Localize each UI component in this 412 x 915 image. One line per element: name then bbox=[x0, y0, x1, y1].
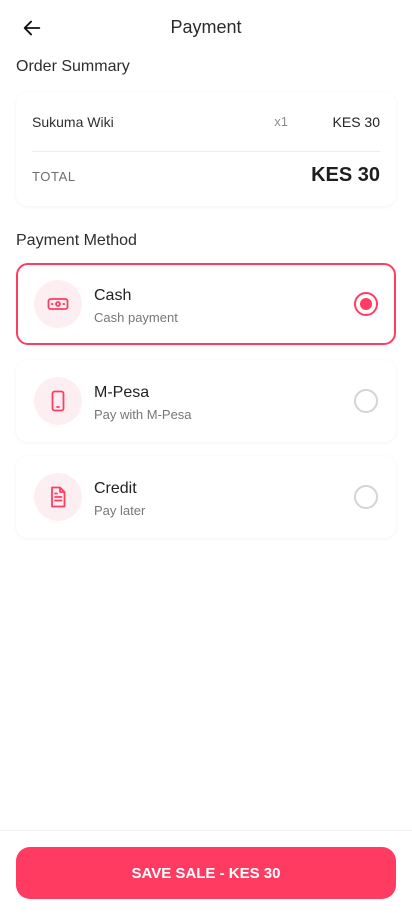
payment-option-description: Pay with M-Pesa bbox=[94, 407, 192, 422]
radio-button-selected[interactable] bbox=[354, 292, 378, 316]
payment-option-label: M-Pesa bbox=[94, 384, 150, 401]
bottom-action-bar: SAVE SALE - KES 30 bbox=[0, 830, 412, 915]
item-quantity: x1 bbox=[274, 114, 288, 129]
payment-screen: Payment Order Summary Sukuma Wiki x1 KES… bbox=[0, 0, 412, 915]
payment-option-label: Cash bbox=[94, 287, 132, 304]
document-icon-badge bbox=[34, 473, 82, 521]
payment-option-mpesa[interactable]: M-Pesa Pay with M-Pesa bbox=[16, 360, 396, 442]
payment-option-description: Cash payment bbox=[94, 310, 178, 325]
page-title: Payment bbox=[170, 17, 242, 37]
cash-icon-badge bbox=[34, 280, 82, 328]
cash-icon bbox=[47, 298, 69, 310]
radio-button[interactable] bbox=[354, 389, 378, 413]
item-name: Sukuma Wiki bbox=[32, 114, 114, 130]
radio-button[interactable] bbox=[354, 485, 378, 509]
payment-method-heading: Payment Method bbox=[16, 232, 137, 249]
payment-option-description: Pay later bbox=[94, 503, 146, 518]
payment-option-credit[interactable]: Credit Pay later bbox=[16, 456, 396, 538]
save-sale-button[interactable]: SAVE SALE - KES 30 bbox=[16, 847, 396, 899]
order-summary-heading: Order Summary bbox=[16, 58, 130, 75]
order-summary-card: Sukuma Wiki x1 KES 30 TOTAL KES 30 bbox=[16, 92, 396, 206]
radio-dot bbox=[360, 298, 372, 310]
phone-icon-badge bbox=[34, 377, 82, 425]
phone-icon bbox=[51, 390, 65, 412]
total-value: KES 30 bbox=[311, 164, 380, 186]
total-label: TOTAL bbox=[32, 169, 76, 184]
summary-divider bbox=[32, 151, 380, 152]
document-icon bbox=[51, 486, 66, 508]
top-bar: Payment bbox=[0, 0, 412, 56]
payment-option-label: Credit bbox=[94, 480, 137, 497]
item-price: KES 30 bbox=[332, 114, 380, 130]
order-item-row: Sukuma Wiki x1 KES 30 bbox=[32, 114, 380, 134]
payment-option-cash[interactable]: Cash Cash payment bbox=[16, 263, 396, 345]
